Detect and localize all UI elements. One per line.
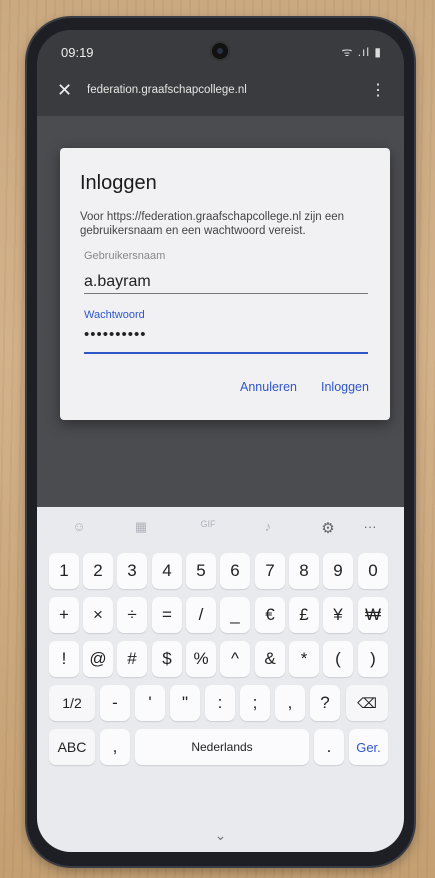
gif-icon[interactable]: GIF [197, 519, 219, 535]
emoji-icon[interactable]: ☺ [71, 519, 87, 535]
key[interactable]: 7 [255, 553, 285, 589]
close-icon[interactable]: ✕ [57, 80, 72, 101]
key[interactable]: ¥ [323, 597, 353, 633]
key[interactable]: - [100, 685, 130, 721]
microphone-icon[interactable]: ♪ [260, 519, 276, 535]
backspace-icon[interactable]: ⌫ [346, 685, 388, 721]
keyboard-row-numbers: 1 2 3 4 5 6 7 8 9 0 [49, 553, 392, 591]
comma-key[interactable]: , [100, 729, 130, 765]
browser-url-bar: ✕ federation.graafschapcollege.nl ⋮ [37, 68, 404, 117]
key[interactable]: ^ [220, 641, 250, 677]
key[interactable]: ( [323, 641, 353, 677]
key[interactable]: " [170, 685, 200, 721]
key[interactable]: 1 [49, 553, 79, 589]
password-field[interactable]: •••••••••• [84, 326, 147, 343]
page-toggle-key[interactable]: 1/2 [49, 685, 95, 721]
key[interactable]: 0 [358, 553, 388, 589]
key[interactable]: @ [83, 641, 113, 677]
login-button[interactable]: Inloggen [321, 380, 369, 394]
key[interactable]: ; [240, 685, 270, 721]
keyboard-row-symbols: ! @ # $ % ^ & * ( ) [49, 641, 392, 679]
key[interactable]: £ [289, 597, 319, 633]
login-dialog: Inloggen Voor https://federation.graafsc… [60, 148, 390, 420]
key[interactable]: × [83, 597, 113, 633]
keyboard-row-bottom: ABC , Nederlands . Ger. [49, 729, 392, 767]
key[interactable]: 8 [289, 553, 319, 589]
dialog-title: Inloggen [80, 172, 157, 194]
key[interactable]: * [289, 641, 319, 677]
keyboard-row-punctuation: 1/2 - ' " : ; , ? ⌫ [49, 685, 392, 723]
key[interactable]: ' [135, 685, 165, 721]
dialog-message: Voor https://federation.graafschapcolleg… [80, 211, 345, 237]
status-icons: ᯤ .ıl ▮ [341, 45, 382, 59]
username-field[interactable]: a.bayram [84, 273, 151, 291]
password-label: Wachtwoord [84, 309, 145, 321]
key[interactable]: / [186, 597, 216, 633]
keyboard-toolbar: ☺ ▦ GIF ♪ ⚙ ··· [37, 507, 404, 549]
key[interactable]: = [152, 597, 182, 633]
username-underline [84, 293, 368, 294]
password-underline [84, 352, 368, 354]
period-key[interactable]: . [314, 729, 344, 765]
key[interactable]: 9 [323, 553, 353, 589]
abc-key[interactable]: ABC [49, 729, 95, 765]
key[interactable]: ₩ [358, 597, 388, 633]
settings-gear-icon[interactable]: ⚙ [320, 519, 336, 537]
key[interactable]: $ [152, 641, 182, 677]
key[interactable]: : [205, 685, 235, 721]
hide-keyboard-icon[interactable]: ⌄ [37, 827, 404, 851]
key[interactable]: € [255, 597, 285, 633]
status-time: 09:19 [61, 45, 94, 60]
enter-key[interactable]: Ger. [349, 729, 388, 765]
key[interactable]: & [255, 641, 285, 677]
key[interactable]: ÷ [117, 597, 147, 633]
phone-screen: 09:19 ᯤ .ıl ▮ ✕ federation.graafschapcol… [37, 30, 404, 852]
key[interactable]: _ [220, 597, 250, 633]
key[interactable]: # [117, 641, 147, 677]
username-label: Gebruikersnaam [84, 250, 166, 262]
sticker-icon[interactable]: ▦ [133, 519, 149, 535]
more-icon[interactable]: ··· [362, 519, 378, 535]
key[interactable]: ) [358, 641, 388, 677]
status-bar: 09:19 ᯤ .ıl ▮ [37, 30, 404, 68]
url-text[interactable]: federation.graafschapcollege.nl [87, 84, 247, 96]
key[interactable]: 6 [220, 553, 250, 589]
front-camera [212, 43, 228, 59]
key[interactable]: 4 [152, 553, 182, 589]
key[interactable]: + [49, 597, 79, 633]
key[interactable]: % [186, 641, 216, 677]
keyboard-row-operators: + × ÷ = / _ € £ ¥ ₩ [49, 597, 392, 635]
key[interactable]: 5 [186, 553, 216, 589]
key[interactable]: , [275, 685, 305, 721]
space-key[interactable]: Nederlands [135, 729, 309, 765]
key[interactable]: ! [49, 641, 79, 677]
keyboard: ☺ ▦ GIF ♪ ⚙ ··· 1 2 3 4 5 6 7 8 9 0 + × … [37, 507, 404, 852]
menu-icon[interactable]: ⋮ [370, 80, 386, 100]
key[interactable]: 2 [83, 553, 113, 589]
key[interactable]: 3 [117, 553, 147, 589]
key[interactable]: ? [310, 685, 340, 721]
cancel-button[interactable]: Annuleren [240, 380, 297, 394]
